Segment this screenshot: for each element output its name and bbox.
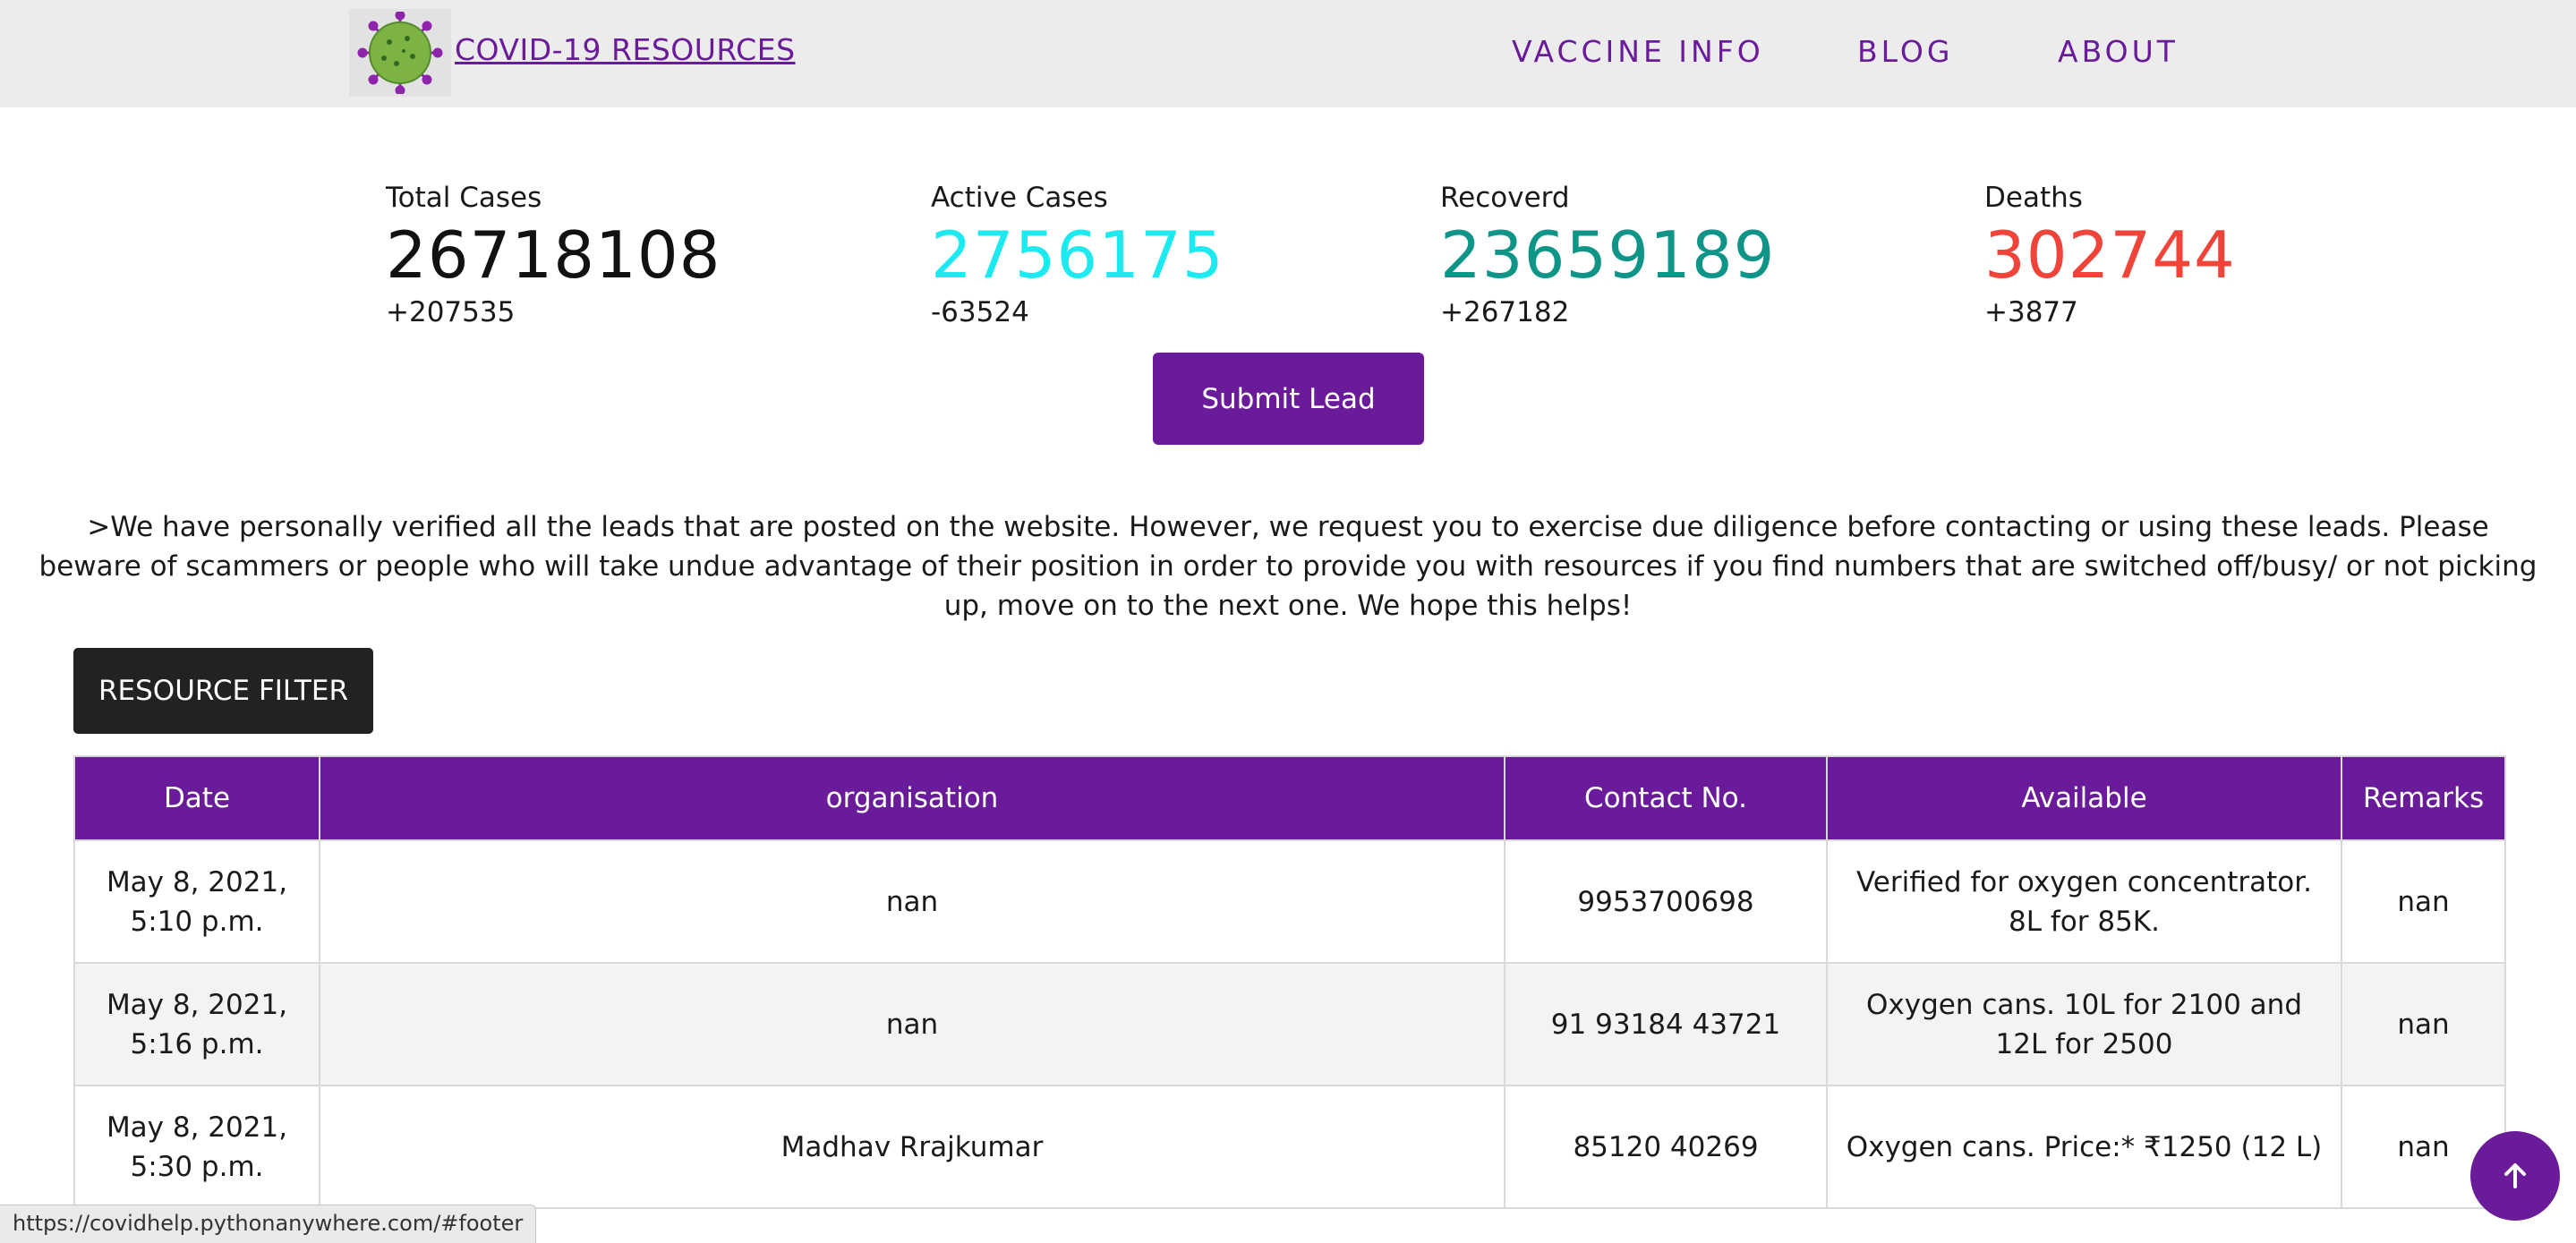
table-row: May 8, 2021, 5:10 p.m. nan 9953700698 Ve… [73, 839, 2506, 964]
cell-contact[interactable]: 85120 40269 [1504, 1085, 1828, 1209]
cell-date: May 8, 2021, 5:16 p.m. [73, 962, 320, 1086]
cell-organisation: Madhav Rrajkumar [319, 1085, 1506, 1209]
arrow-up-icon [2504, 1163, 2526, 1188]
virus-icon [357, 12, 443, 94]
cell-contact[interactable]: 91 93184 43721 [1504, 962, 1828, 1086]
nav-about[interactable]: ABOUT [2058, 34, 2179, 69]
stat-label: Recoverd [1440, 182, 1570, 214]
stat-recovered: Recoverd 23659189 +267182 [1440, 177, 1775, 333]
cell-date: May 8, 2021, 5:10 p.m. [73, 839, 320, 964]
stat-label: Active Cases [931, 182, 1108, 214]
nav-blog[interactable]: BLOG [1857, 34, 1953, 69]
submit-lead-button[interactable]: Submit Lead [1153, 353, 1424, 445]
scroll-to-top-button[interactable] [2470, 1131, 2560, 1221]
cell-available: Oxygen cans. 10L for 2100 and 12L for 25… [1826, 962, 2342, 1086]
stat-value: 2756175 [931, 217, 1224, 293]
table-header-row: Date organisation Contact No. Available … [73, 755, 2506, 841]
column-header-date[interactable]: Date [73, 755, 320, 841]
stat-delta: -63524 [931, 296, 1029, 328]
site-header: COVID-19 RESOURCES VACCINE INFO BLOG ABO… [0, 0, 2576, 107]
cell-remarks: nan [2341, 839, 2506, 964]
stat-total-cases: Total Cases 26718108 +207535 [386, 177, 721, 333]
stat-value: 302744 [1984, 217, 2236, 293]
column-header-remarks[interactable]: Remarks [2341, 755, 2506, 841]
stat-value: 26718108 [386, 217, 721, 293]
cell-contact[interactable]: 9953700698 [1504, 839, 1828, 964]
stat-label: Deaths [1984, 182, 2083, 214]
nav-vaccine-info[interactable]: VACCINE INFO [1512, 34, 1764, 69]
cell-organisation: nan [319, 962, 1506, 1086]
stat-active-cases: Active Cases 2756175 -63524 [931, 177, 1224, 333]
stat-delta: +3877 [1984, 296, 2078, 328]
logo[interactable] [349, 9, 451, 97]
cell-remarks: nan [2341, 962, 2506, 1086]
cell-available: Oxygen cans. Price:* ₹1250 (12 L) [1826, 1085, 2342, 1209]
resources-table: Date organisation Contact No. Available … [73, 755, 2506, 1209]
stat-delta: +267182 [1440, 296, 1570, 328]
table-row: May 8, 2021, 5:16 p.m. nan 91 93184 4372… [73, 962, 2506, 1086]
table-row: May 8, 2021, 5:30 p.m. Madhav Rrajkumar … [73, 1085, 2506, 1209]
stat-delta: +207535 [386, 296, 516, 328]
cell-organisation: nan [319, 839, 1506, 964]
stat-label: Total Cases [386, 182, 542, 214]
stat-value: 23659189 [1440, 217, 1776, 293]
cell-available: Verified for oxygen concentrator. 8L for… [1826, 839, 2342, 964]
stat-deaths: Deaths 302744 +3877 [1984, 177, 2236, 333]
disclaimer-notice: >We have personally verified all the lea… [38, 511, 2538, 622]
brand-link[interactable]: COVID-19 RESOURCES [455, 32, 796, 67]
browser-status-url: https://covidhelp.pythonanywhere.com/#fo… [0, 1205, 537, 1243]
resource-filter-button[interactable]: RESOURCE FILTER [73, 648, 373, 734]
column-header-available[interactable]: Available [1826, 755, 2342, 841]
cell-date: May 8, 2021, 5:30 p.m. [73, 1085, 320, 1209]
column-header-contact[interactable]: Contact No. [1504, 755, 1828, 841]
column-header-organisation[interactable]: organisation [319, 755, 1506, 841]
